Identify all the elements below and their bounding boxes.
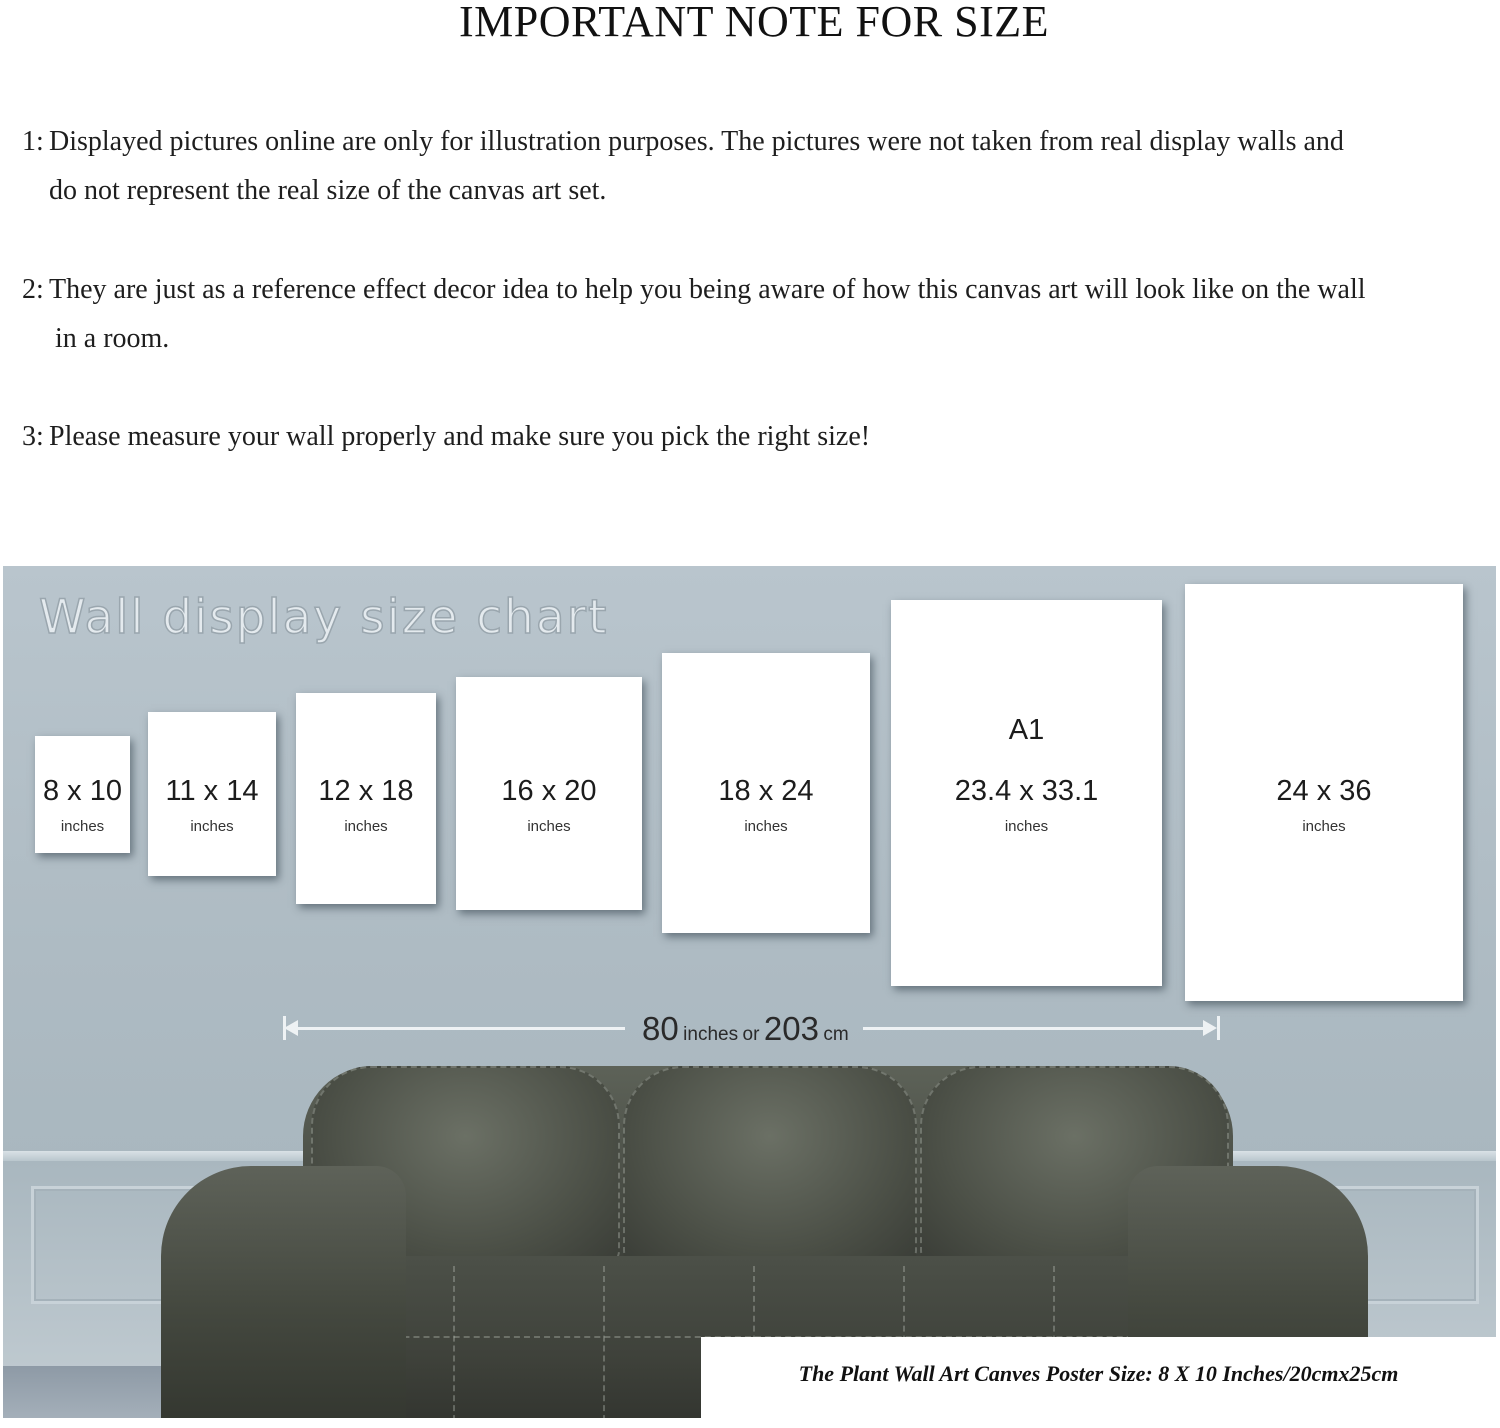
measure-value-cm: 203	[763, 1010, 819, 1047]
frame-unit: inches	[527, 818, 571, 835]
caption-text: The Plant Wall Art Canves Poster Size: 8…	[798, 1361, 1399, 1386]
note-number: 3:	[22, 421, 44, 452]
caption-box: The Plant Wall Art Canves Poster Size: 8…	[701, 1337, 1496, 1420]
measure-tick	[1217, 1016, 1220, 1040]
note-text: in a room.	[55, 323, 170, 354]
frame-label: A1	[1008, 714, 1045, 746]
note-text: Displayed pictures online are only for i…	[49, 126, 1344, 157]
note-number: 2:	[22, 274, 44, 305]
note-3: 3: Please measure your wall properly and …	[22, 412, 1492, 461]
frame-size: 8 x 10	[43, 775, 122, 807]
frame-24x36: 24 x 36 inches	[1185, 584, 1463, 1001]
wall-chart-heading: Wall display size chart	[38, 589, 609, 646]
sofa-arm-left	[161, 1166, 406, 1418]
frame-16x20: 16 x 20 inches	[456, 677, 642, 910]
frame-12x18: 12 x 18 inches	[296, 693, 436, 904]
measure-line	[293, 1027, 625, 1030]
note-text: Please measure your wall properly and ma…	[49, 421, 871, 452]
frame-size: 12 x 18	[318, 775, 414, 807]
frame-unit: inches	[190, 818, 234, 835]
page-title: IMPORTANT NOTE FOR SIZE	[459, 0, 1049, 46]
frame-unit: inches	[344, 818, 388, 835]
sofa-back	[303, 1066, 1233, 1266]
note-text: They are just as a reference effect deco…	[49, 274, 1366, 305]
measure-line	[863, 1027, 1213, 1030]
measure-tick	[283, 1016, 286, 1040]
frame-size: 24 x 36	[1276, 775, 1372, 807]
measure-value-inches: 80	[642, 1010, 679, 1047]
frame-8x10: 8 x 10 inches	[35, 736, 130, 853]
frame-unit: inches	[744, 818, 788, 835]
note-2: 2: They are just as a reference effect de…	[22, 265, 1492, 363]
frame-unit: inches	[1004, 818, 1049, 835]
note-1: 1: Displayed pictures online are only for…	[22, 117, 1492, 215]
sofa-back-cushion	[623, 1066, 917, 1265]
note-text: do not represent the real size of the ca…	[49, 175, 607, 206]
measure-or: or	[742, 1024, 760, 1045]
measure-unit-cm: cm	[823, 1024, 849, 1045]
frame-18x24: 18 x 24 inches	[662, 653, 870, 933]
measure-label: 80 inches or 203 cm	[626, 1010, 865, 1048]
seat-seam	[603, 1266, 605, 1418]
frame-unit: inches	[60, 818, 105, 835]
frame-a1: A1 23.4 x 33.1 inches	[891, 600, 1162, 986]
note-number: 1:	[22, 126, 44, 157]
measure-unit-inches: inches	[683, 1024, 739, 1045]
seat-seam	[453, 1266, 455, 1418]
frame-11x14: 11 x 14 inches	[148, 712, 276, 876]
frame-unit: inches	[1302, 818, 1346, 835]
frame-size: 18 x 24	[718, 775, 814, 807]
wall-display-photo: Wall display size chart 8 x 10 inches 11…	[3, 566, 1496, 1418]
frame-size: 11 x 14	[165, 775, 259, 807]
measure-arrow-right	[1203, 1020, 1217, 1036]
frame-size: 23.4 x 33.1	[954, 775, 1099, 807]
frame-size: 16 x 20	[501, 775, 597, 807]
